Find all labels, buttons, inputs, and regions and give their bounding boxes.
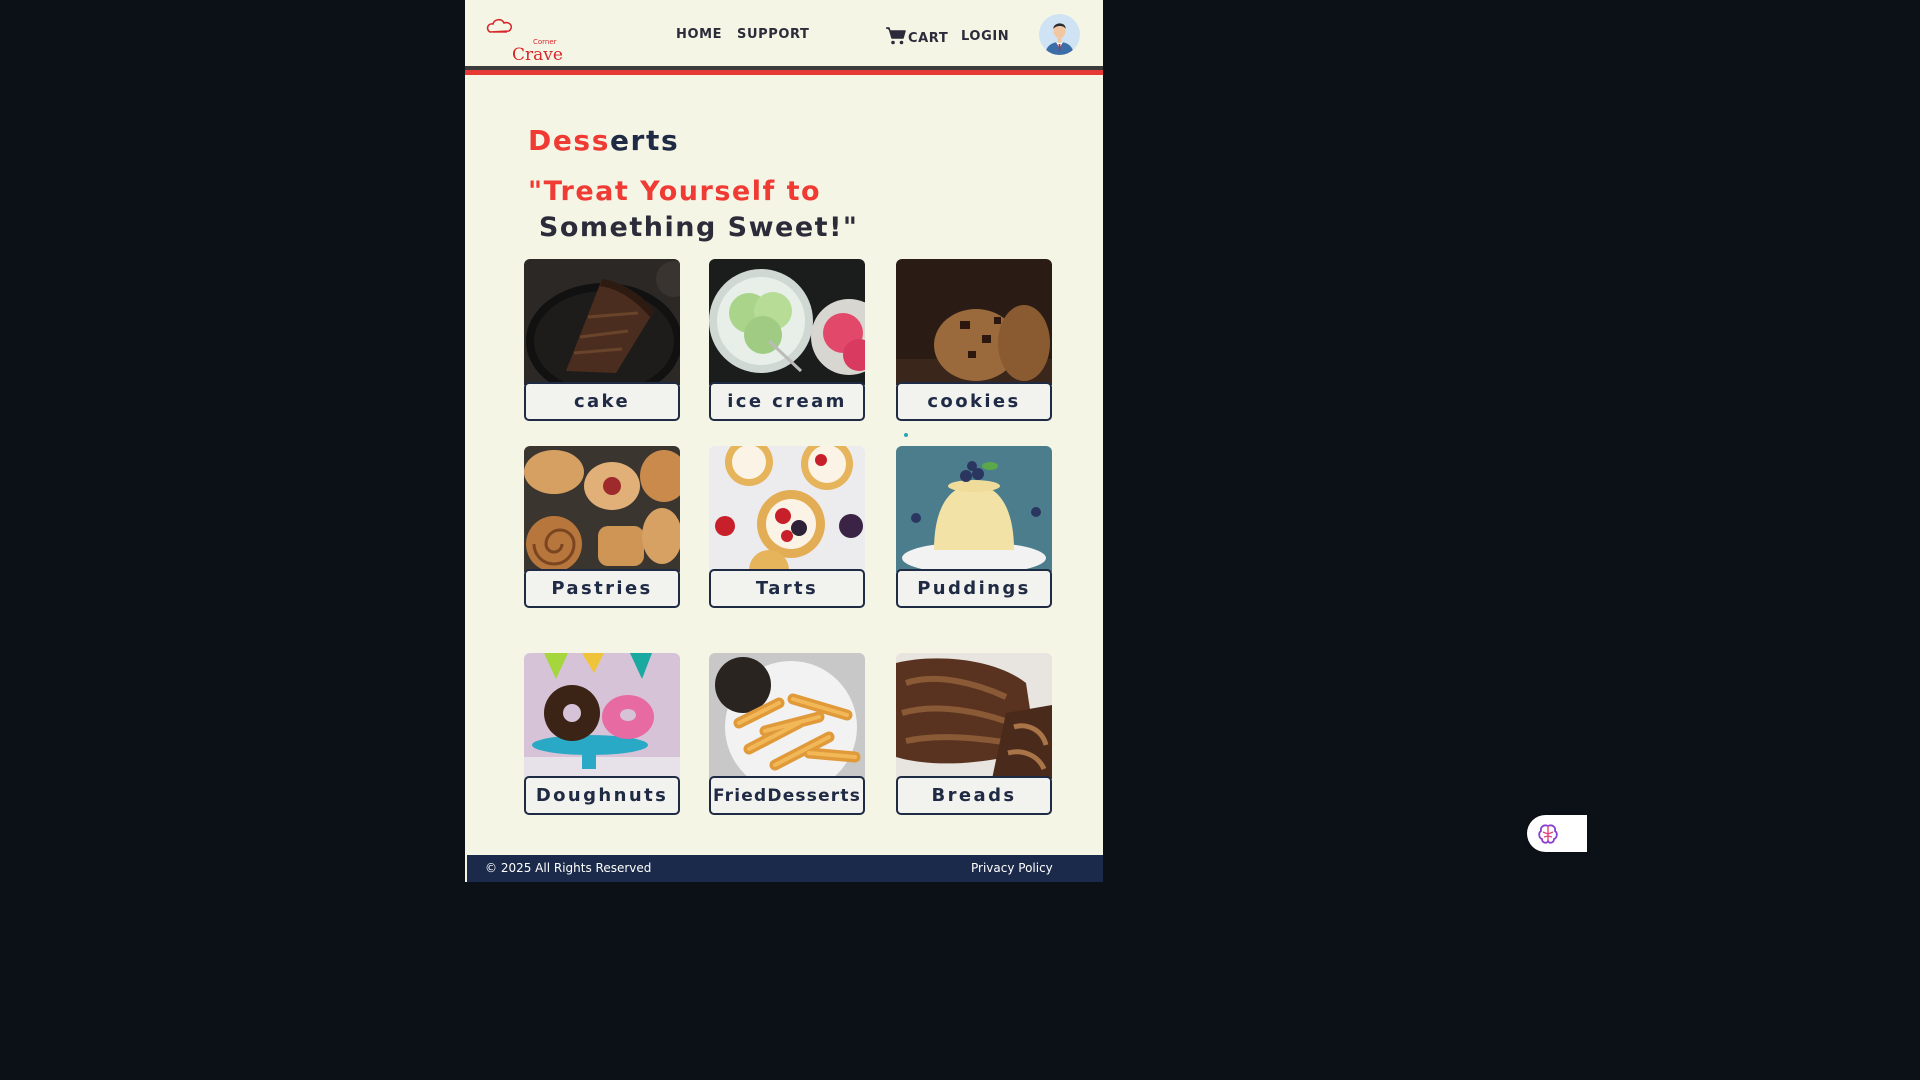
pastries-image xyxy=(524,446,680,572)
tagline-line1: "Treat Yourself to xyxy=(528,176,822,207)
footer: © 2025 All Rights Reserved Privacy Polic… xyxy=(467,855,1103,882)
page-title: Desserts xyxy=(528,124,679,157)
category-card-cookies[interactable]: cookies xyxy=(896,259,1052,421)
nav-support[interactable]: SUPPORT xyxy=(737,27,810,42)
category-card-doughnuts[interactable]: Doughnuts xyxy=(524,653,680,815)
cookies-image xyxy=(896,259,1052,385)
fried-desserts-image xyxy=(709,653,865,779)
cart-icon xyxy=(886,27,906,45)
puddings-image xyxy=(896,446,1052,572)
category-card-fried-desserts[interactable]: FriedDesserts xyxy=(709,653,865,815)
ice-cream-image xyxy=(709,259,865,385)
category-label: Puddings xyxy=(896,569,1052,608)
logo[interactable]: Corner Crave xyxy=(485,18,563,64)
decorative-dot xyxy=(904,433,908,437)
category-label: Breads xyxy=(896,776,1052,815)
tarts-image xyxy=(709,446,865,572)
category-card-cake[interactable]: cake xyxy=(524,259,680,421)
footer-copyright: © 2025 All Rights Reserved xyxy=(485,861,652,875)
category-card-breads[interactable]: Breads xyxy=(896,653,1052,815)
doughnuts-image xyxy=(524,653,680,779)
cart-label: CART xyxy=(908,31,949,46)
tagline-line2: Something Sweet!" xyxy=(528,212,859,243)
category-label: FriedDesserts xyxy=(709,776,865,815)
avatar-icon xyxy=(1045,23,1074,55)
title-rest: erts xyxy=(609,124,680,157)
category-label: ice cream xyxy=(709,382,865,421)
privacy-policy-link[interactable]: Privacy Policy xyxy=(971,861,1053,875)
category-card-tarts[interactable]: Tarts xyxy=(709,446,865,608)
nav-login[interactable]: LOGIN xyxy=(961,29,1009,44)
category-card-ice-cream[interactable]: ice cream xyxy=(709,259,865,421)
category-label: Doughnuts xyxy=(524,776,680,815)
user-avatar[interactable] xyxy=(1039,14,1080,55)
brain-icon xyxy=(1538,824,1558,844)
breads-image xyxy=(896,653,1052,779)
category-card-puddings[interactable]: Puddings xyxy=(896,446,1052,608)
category-label: Tarts xyxy=(709,569,865,608)
category-card-pastries[interactable]: Pastries xyxy=(524,446,680,608)
title-accent: Dess xyxy=(528,124,610,157)
category-label: cake xyxy=(524,382,680,421)
cake-image xyxy=(524,259,680,385)
chef-hat-icon xyxy=(486,18,512,33)
nav-home[interactable]: HOME xyxy=(676,27,722,42)
nav-cart[interactable]: CART xyxy=(885,26,948,46)
assistant-widget-button[interactable] xyxy=(1527,815,1587,852)
category-label: cookies xyxy=(896,382,1052,421)
navbar-accent-line xyxy=(465,70,1103,75)
category-label: Pastries xyxy=(524,569,680,608)
navbar: Corner Crave HOME SUPPORT CART LOGIN xyxy=(465,0,1103,67)
page-container: Corner Crave HOME SUPPORT CART LOGIN Des… xyxy=(465,0,1103,882)
logo-text: Crave xyxy=(512,45,563,65)
